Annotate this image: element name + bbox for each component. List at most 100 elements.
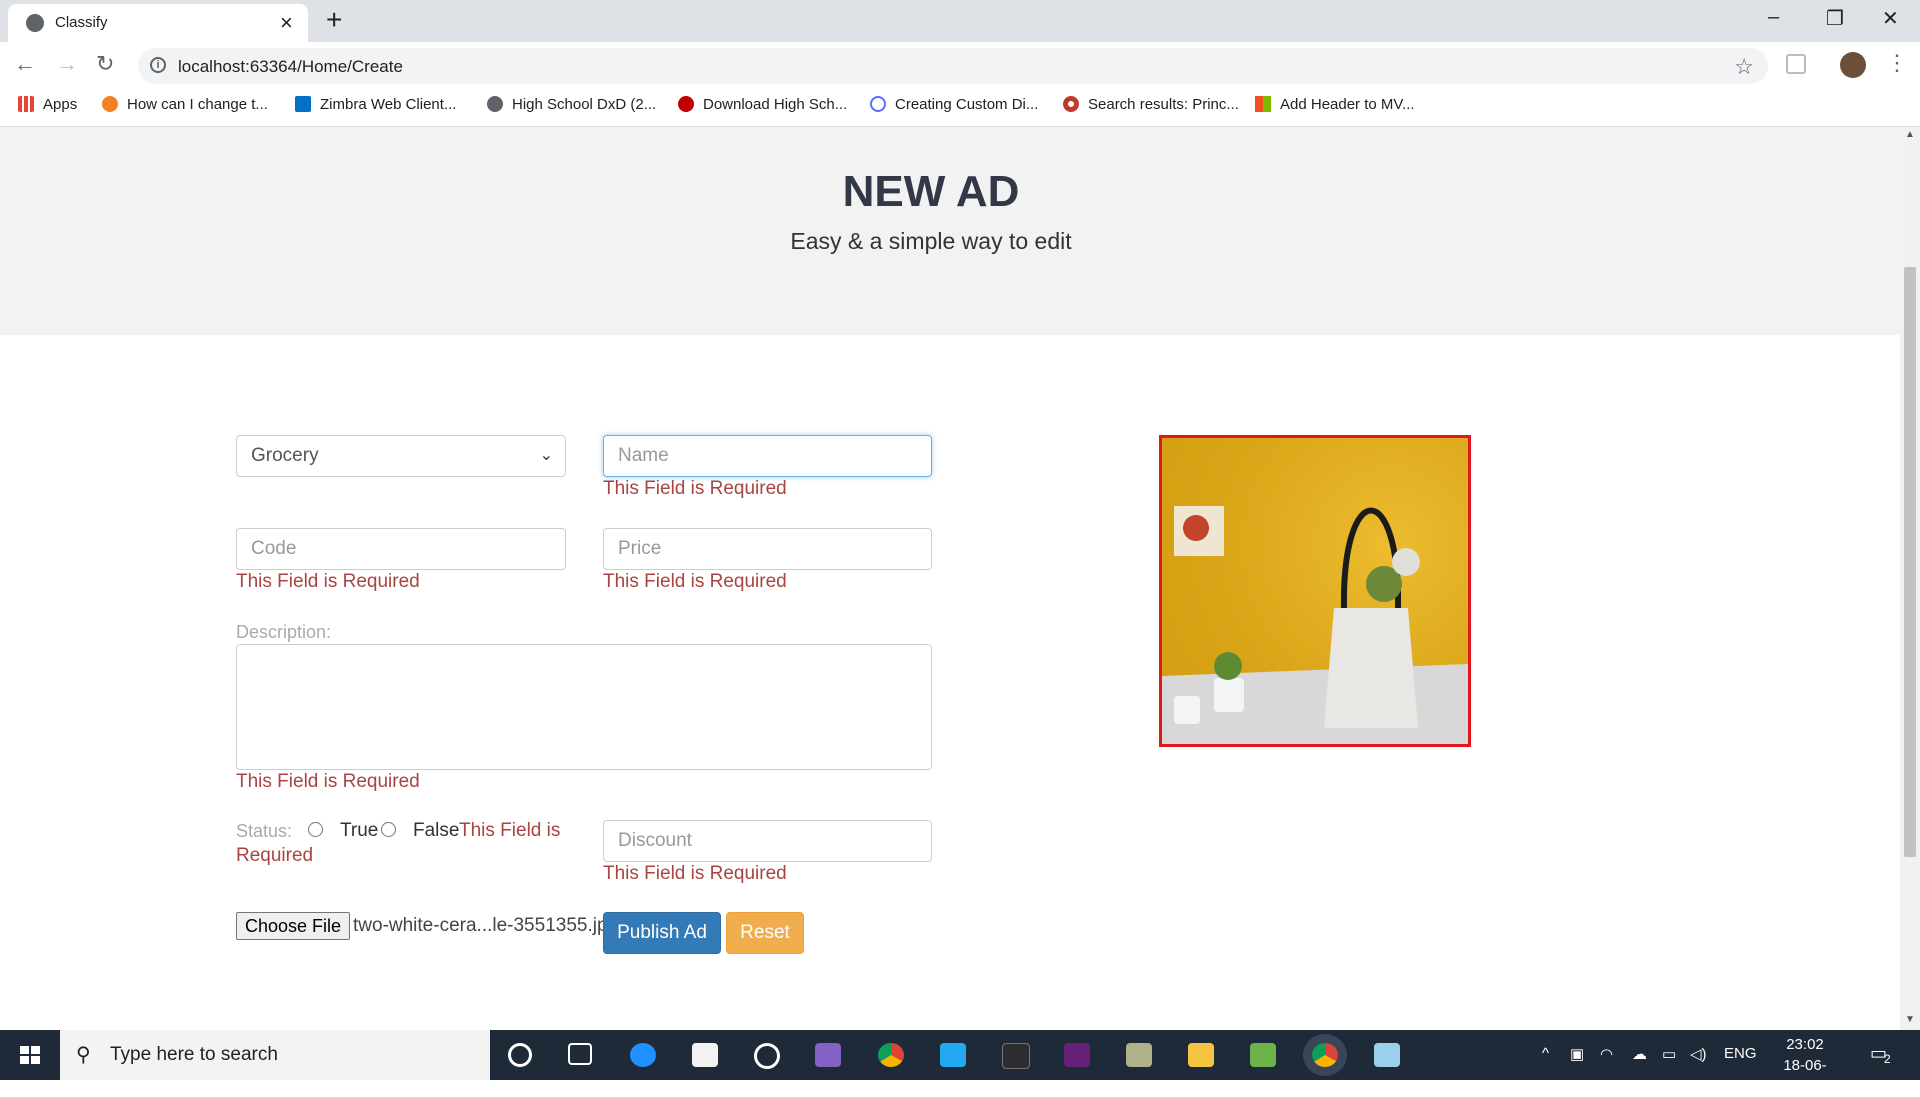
windows-logo-icon	[20, 1046, 40, 1064]
browser-menu-icon[interactable]: ⋮	[1886, 50, 1908, 76]
minimize-icon[interactable]: –	[1768, 6, 1779, 29]
extension-icon[interactable]	[1786, 54, 1806, 74]
new-tab-icon[interactable]: +	[326, 4, 342, 36]
language-indicator[interactable]: ENG	[1724, 1045, 1757, 1062]
reset-button[interactable]: Reset	[726, 912, 804, 954]
download-site-icon	[678, 96, 694, 112]
vscode-icon[interactable]	[940, 1043, 966, 1067]
image-editor-icon[interactable]	[1250, 1043, 1276, 1067]
system-clock[interactable]: 23:02 18-06-2020	[1770, 1034, 1840, 1097]
discount-input[interactable]: Discount	[603, 820, 932, 862]
store-icon[interactable]	[692, 1043, 718, 1067]
bookmark-apps[interactable]: Apps	[18, 96, 77, 113]
bookmark-item[interactable]: Download High Sch...	[678, 96, 847, 113]
code-error: This Field is Required	[236, 571, 420, 592]
scroll-up-icon[interactable]: ▲	[1905, 129, 1915, 140]
search-icon: ⚲	[76, 1044, 91, 1066]
onedrive-icon[interactable]: ☁	[1632, 1045, 1647, 1063]
bookmark-item[interactable]: Creating Custom Di...	[870, 96, 1038, 113]
bookmark-star-icon[interactable]: ☆	[1734, 54, 1754, 80]
start-button[interactable]	[0, 1030, 60, 1080]
wifi-icon[interactable]: ◠	[1600, 1045, 1613, 1063]
globe-icon	[26, 14, 44, 32]
app-icon[interactable]	[1002, 1043, 1030, 1069]
zimbra-icon	[295, 96, 311, 112]
browser-toolbar: ← → ↻ i localhost:63364/Home/Create ☆ ⋮	[0, 42, 1920, 88]
status-error: This Field is	[459, 820, 561, 841]
chevron-down-icon: ⌄	[539, 447, 553, 464]
notepad-icon[interactable]	[1374, 1043, 1400, 1067]
name-error: This Field is Required	[603, 478, 787, 499]
bookmark-item[interactable]: Add Header to MV...	[1255, 96, 1415, 113]
page-title: NEW AD	[842, 167, 1020, 216]
browser-titlebar: Classify × + – ❐ ✕	[0, 0, 1920, 42]
status-error-continued: Required	[236, 845, 314, 866]
cortana-icon[interactable]	[508, 1043, 532, 1067]
page-viewport: NEW AD Easy & a simple way to edit Groce…	[0, 127, 1900, 1030]
notification-count: 2	[1884, 1052, 1891, 1066]
stackoverflow-icon	[102, 96, 118, 112]
file-name: two-white-cera...le-3551355.jpg	[353, 915, 619, 936]
category-select[interactable]: Grocery ⌄	[236, 435, 566, 477]
react-icon	[870, 96, 886, 112]
browser-tab[interactable]: Classify ×	[8, 4, 308, 42]
bookmark-item[interactable]: How can I change t...	[102, 96, 268, 113]
address-bar[interactable]: i localhost:63364/Home/Create ☆	[138, 48, 1768, 84]
publish-ad-button[interactable]: Publish Ad	[603, 912, 721, 954]
tools-icon[interactable]	[1126, 1043, 1152, 1067]
status-label: Status:	[236, 821, 293, 841]
info-icon[interactable]: i	[150, 57, 166, 73]
bookmark-item[interactable]: Search results: Princ...	[1063, 96, 1239, 113]
bookmark-item[interactable]: High School DxD (2...	[487, 96, 656, 113]
reload-icon[interactable]: ↻	[96, 51, 114, 77]
name-input[interactable]: Name	[603, 435, 932, 477]
status-false-radio[interactable]	[381, 822, 396, 837]
back-icon[interactable]: ←	[14, 51, 36, 77]
windows-taskbar: ⚲ Type here to search ^ ▣ ◠ ☁ ▭ ◁) ENG 2…	[0, 1030, 1920, 1095]
forward-icon[interactable]: →	[56, 51, 78, 77]
page-scrollbar[interactable]: ▲ ▼	[1900, 127, 1920, 1030]
scroll-thumb[interactable]	[1904, 267, 1916, 857]
choose-file-button[interactable]: Choose File	[236, 912, 350, 940]
clock-date: 18-06-2020	[1783, 1057, 1827, 1095]
globe-icon	[487, 96, 503, 112]
tab-title: Classify	[55, 14, 108, 31]
price-input[interactable]: Price	[603, 528, 932, 570]
close-window-icon[interactable]: ✕	[1882, 6, 1899, 31]
security-icon[interactable]: ▣	[1570, 1045, 1584, 1063]
image-preview	[1159, 435, 1471, 747]
visual-studio-icon[interactable]	[1064, 1043, 1090, 1067]
apps-grid-icon	[18, 96, 34, 112]
description-error: This Field is Required	[236, 771, 420, 792]
page-subtitle: Easy & a simple way to edit	[790, 228, 1072, 254]
visual-studio-icon[interactable]	[815, 1043, 841, 1067]
taskbar-search[interactable]: ⚲ Type here to search	[60, 1030, 490, 1080]
close-tab-icon[interactable]: ×	[280, 10, 293, 36]
page-header: NEW AD Easy & a simple way to edit	[0, 127, 1900, 335]
file-explorer-icon[interactable]	[1188, 1043, 1214, 1067]
target-icon	[1063, 96, 1079, 112]
volume-icon[interactable]: ◁)	[1690, 1045, 1707, 1063]
chrome-active-icon[interactable]	[1312, 1043, 1338, 1067]
profile-avatar[interactable]	[1840, 52, 1866, 78]
bookmark-item[interactable]: Zimbra Web Client...	[295, 96, 456, 113]
code-input[interactable]: Code	[236, 528, 566, 570]
groove-icon[interactable]	[754, 1043, 780, 1069]
url-text[interactable]: localhost:63364/Home/Create	[178, 57, 403, 77]
description-textarea[interactable]	[236, 644, 932, 770]
price-error: This Field is Required	[603, 571, 787, 592]
status-true-radio[interactable]	[308, 822, 323, 837]
status-false-label: False	[413, 820, 460, 841]
microsoft-icon	[1255, 96, 1271, 112]
tote-bag-photo	[1162, 438, 1468, 744]
task-view-icon[interactable]	[568, 1043, 592, 1065]
clock-time: 23:02	[1786, 1036, 1824, 1053]
description-label: Description:	[236, 622, 332, 642]
bookmarks-bar: Apps How can I change t... Zimbra Web Cl…	[0, 88, 1920, 127]
battery-icon[interactable]: ▭	[1662, 1045, 1676, 1063]
edge-icon[interactable]	[630, 1043, 656, 1067]
scroll-down-icon[interactable]: ▼	[1905, 1014, 1915, 1025]
tray-chevron-icon[interactable]: ^	[1542, 1045, 1549, 1062]
restore-icon[interactable]: ❐	[1826, 6, 1844, 31]
chrome-icon[interactable]	[878, 1043, 904, 1067]
